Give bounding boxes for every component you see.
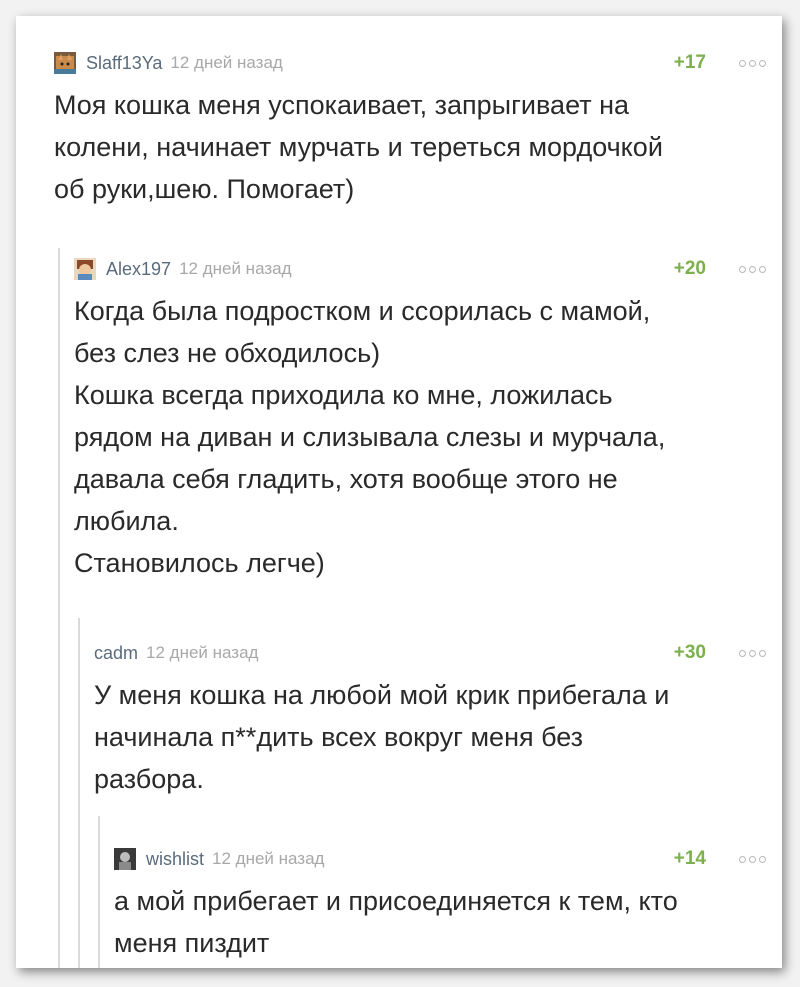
comment-time[interactable]: 12 дней назад xyxy=(212,849,324,869)
comment-text: У меня кошка на любой мой крик прибегала… xyxy=(94,680,670,794)
more-options-icon[interactable] xyxy=(739,266,766,273)
comment-text: а мой прибегает и присоединяется к тем, … xyxy=(114,886,678,958)
comment-time[interactable]: 12 дней назад xyxy=(170,53,282,73)
comment-text: Когда была подростком и ссорилась с мамо… xyxy=(74,296,666,578)
comment-rating: +14 xyxy=(673,848,706,869)
photo-avatar-icon[interactable] xyxy=(114,848,136,870)
comments-card: Slaff13Ya 12 дней назад +17 Моя кошка ме… xyxy=(16,16,782,968)
comment-time[interactable]: 12 дней назад xyxy=(179,259,291,279)
comment-text: Моя кошка меня успокаивает, запрыгивает … xyxy=(54,90,663,204)
comment-rating: +17 xyxy=(673,52,706,73)
comment: wishlist 12 дней назад +14 а мой прибега… xyxy=(114,846,766,964)
cartoon-avatar-icon[interactable] xyxy=(74,258,96,280)
comment-time[interactable]: 12 дней назад xyxy=(146,643,258,663)
comment-rating: +20 xyxy=(673,258,706,279)
comment-author[interactable]: Alex197 xyxy=(106,259,171,280)
comment-header: Alex197 12 дней назад +20 xyxy=(74,256,766,282)
thread-line-level-1[interactable] xyxy=(58,248,60,968)
thread-line-level-2[interactable] xyxy=(78,618,80,968)
more-options-icon[interactable] xyxy=(739,650,766,657)
comment-header: Slaff13Ya 12 дней назад +17 xyxy=(54,50,766,76)
thread-line-level-3[interactable] xyxy=(98,816,100,968)
comment-author[interactable]: cadm xyxy=(94,643,138,664)
comment-rating: +30 xyxy=(673,642,706,663)
comment: Alex197 12 дней назад +20 Когда была под… xyxy=(74,256,766,584)
comment-header: cadm 12 дней назад +30 xyxy=(94,640,766,666)
comment: cadm 12 дней назад +30 У меня кошка на л… xyxy=(94,640,766,800)
comment-header: wishlist 12 дней назад +14 xyxy=(114,846,766,872)
more-options-icon[interactable] xyxy=(739,60,766,67)
cat-avatar-icon[interactable] xyxy=(54,52,76,74)
comment-author[interactable]: Slaff13Ya xyxy=(86,53,162,74)
comment-author[interactable]: wishlist xyxy=(146,849,204,870)
more-options-icon[interactable] xyxy=(739,856,766,863)
comment: Slaff13Ya 12 дней назад +17 Моя кошка ме… xyxy=(54,50,766,210)
